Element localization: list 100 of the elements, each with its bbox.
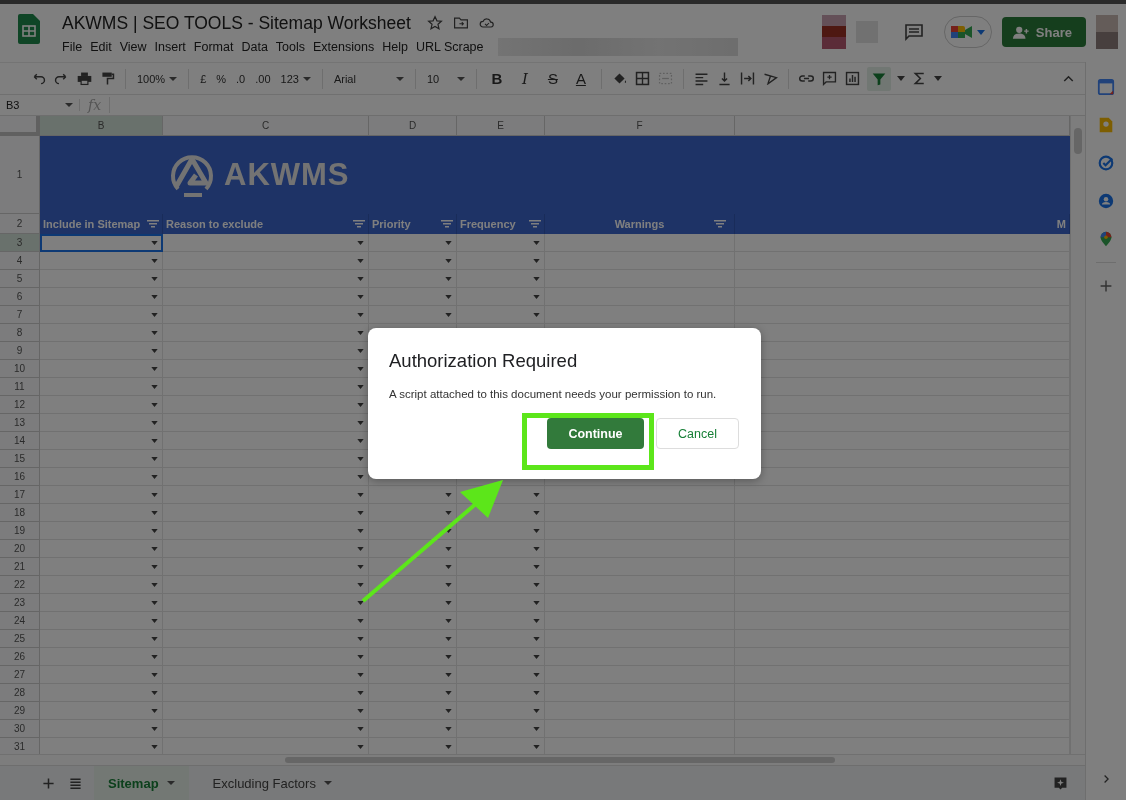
star-icon[interactable]	[426, 15, 443, 31]
dropdown-caret-icon[interactable]	[151, 510, 158, 515]
menu-item[interactable]: File	[62, 40, 83, 54]
dropdown-caret-icon[interactable]	[445, 618, 452, 623]
menu-item[interactable]: Tools	[275, 40, 306, 54]
dropdown-caret-icon[interactable]	[151, 276, 158, 281]
dropdown-caret-icon[interactable]	[151, 456, 158, 461]
dropdown-caret-icon[interactable]	[357, 618, 364, 623]
dropdown-caret-icon[interactable]	[445, 564, 452, 569]
dropdown-caret-icon[interactable]	[151, 258, 158, 263]
menu-item[interactable]: Extensions	[313, 40, 375, 54]
dropdown-caret-icon[interactable]	[357, 348, 364, 353]
dropdown-caret-icon[interactable]	[357, 600, 364, 605]
dropdown-caret-icon[interactable]	[445, 294, 452, 299]
row-header[interactable]: 30	[0, 720, 40, 738]
vertical-scrollbar[interactable]	[1070, 116, 1085, 754]
dropdown-caret-icon[interactable]	[151, 330, 158, 335]
dropdown-caret-icon[interactable]	[445, 636, 452, 641]
dropdown-caret-icon[interactable]	[357, 258, 364, 263]
dropdown-caret-icon[interactable]	[445, 510, 452, 515]
print-icon[interactable]	[76, 70, 93, 87]
horizontal-scrollbar[interactable]	[0, 754, 1085, 765]
dropdown-caret-icon[interactable]	[357, 330, 364, 335]
dropdown-caret-icon[interactable]	[151, 402, 158, 407]
row-header[interactable]: 9	[0, 342, 40, 360]
dropdown-caret-icon[interactable]	[357, 402, 364, 407]
dropdown-caret-icon[interactable]	[151, 546, 158, 551]
menu-item[interactable]: Edit	[90, 40, 112, 54]
font-dropdown[interactable]: Arial	[331, 72, 406, 85]
dropdown-caret-icon[interactable]	[357, 726, 364, 731]
dropdown-caret-icon[interactable]	[357, 474, 364, 479]
row-header[interactable]: 1	[0, 136, 40, 214]
caret-icon[interactable]	[896, 76, 905, 81]
row-header[interactable]: 11	[0, 378, 40, 396]
dropdown-caret-icon[interactable]	[357, 708, 364, 713]
dropdown-caret-icon[interactable]	[151, 708, 158, 713]
row-header[interactable]: 5	[0, 270, 40, 288]
avatar-placeholder[interactable]	[821, 15, 846, 49]
dropdown-caret-icon[interactable]	[533, 600, 540, 605]
dropdown-caret-icon[interactable]	[151, 474, 158, 479]
row-header[interactable]: 20	[0, 540, 40, 558]
column-header[interactable]: E	[457, 116, 545, 136]
name-box[interactable]: B3	[0, 99, 80, 111]
cancel-button[interactable]: Cancel	[656, 418, 739, 449]
contact-icon[interactable]	[1097, 192, 1115, 210]
dropdown-caret-icon[interactable]	[445, 276, 452, 281]
dropdown-caret-icon[interactable]	[151, 654, 158, 659]
column-header[interactable]: B	[40, 116, 163, 136]
row-header[interactable]: 23	[0, 594, 40, 612]
column-header[interactable]: C	[163, 116, 369, 136]
row-header[interactable]: 21	[0, 558, 40, 576]
row-header[interactable]: 6	[0, 288, 40, 306]
dropdown-caret-icon[interactable]	[445, 726, 452, 731]
sheet-tab[interactable]: Excluding Factors	[198, 766, 346, 800]
menu-item[interactable]: Format	[193, 40, 234, 54]
dropdown-caret-icon[interactable]	[533, 258, 540, 263]
dropdown-caret-icon[interactable]	[151, 348, 158, 353]
dropdown-caret-icon[interactable]	[533, 240, 540, 245]
font-size-dropdown[interactable]: 10	[424, 72, 467, 85]
filter-icon[interactable]	[441, 220, 453, 228]
row-header[interactable]: 4	[0, 252, 40, 270]
row-header[interactable]: 19	[0, 522, 40, 540]
column-header[interactable]: F	[545, 116, 735, 136]
dropdown-caret-icon[interactable]	[445, 744, 452, 749]
row-header[interactable]: 24	[0, 612, 40, 630]
dropdown-caret-icon[interactable]	[151, 492, 158, 497]
dropdown-caret-icon[interactable]	[151, 744, 158, 749]
strikethrough-button[interactable]: S	[541, 70, 564, 87]
row-header[interactable]: 15	[0, 450, 40, 468]
dropdown-caret-icon[interactable]	[533, 528, 540, 533]
dropdown-caret-icon[interactable]	[445, 600, 452, 605]
dropdown-caret-icon[interactable]	[151, 726, 158, 731]
dropdown-caret-icon[interactable]	[151, 294, 158, 299]
dropdown-caret-icon[interactable]	[357, 672, 364, 677]
dropdown-caret-icon[interactable]	[533, 690, 540, 695]
column-header[interactable]: D	[369, 116, 457, 136]
comment-icon[interactable]	[903, 22, 924, 42]
dropdown-caret-icon[interactable]	[445, 690, 452, 695]
dropdown-caret-icon[interactable]	[357, 456, 364, 461]
dropdown-caret-icon[interactable]	[357, 312, 364, 317]
row-header[interactable]: 8	[0, 324, 40, 342]
row-header[interactable]: 14	[0, 432, 40, 450]
dropdown-caret-icon[interactable]	[151, 636, 158, 641]
dropdown-caret-icon[interactable]	[445, 582, 452, 587]
dropdown-caret-icon[interactable]	[357, 528, 364, 533]
row-header[interactable]: 28	[0, 684, 40, 702]
dropdown-caret-icon[interactable]	[533, 744, 540, 749]
dropdown-caret-icon[interactable]	[533, 312, 540, 317]
filter-icon[interactable]	[353, 220, 365, 228]
share-button[interactable]: Share	[1001, 17, 1086, 47]
filter-icon[interactable]	[147, 220, 159, 228]
borders-icon[interactable]	[633, 70, 651, 87]
row-header[interactable]: 17	[0, 486, 40, 504]
dropdown-caret-icon[interactable]	[151, 312, 158, 317]
row-header[interactable]: 16	[0, 468, 40, 486]
row-header[interactable]: 22	[0, 576, 40, 594]
add-comment-icon[interactable]	[820, 70, 838, 87]
dropdown-caret-icon[interactable]	[357, 492, 364, 497]
dropdown-caret-icon[interactable]	[533, 654, 540, 659]
dropdown-caret-icon[interactable]	[533, 294, 540, 299]
